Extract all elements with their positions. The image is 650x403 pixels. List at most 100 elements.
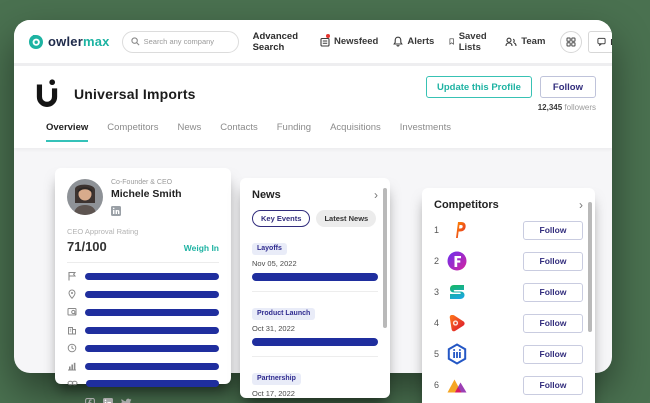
alerts-label: Alerts <box>407 36 435 47</box>
follow-competitor-button[interactable]: Follow <box>523 344 583 364</box>
followers-count: 12,345 followers <box>537 103 596 112</box>
weigh-in-link[interactable]: Weigh In <box>184 243 219 253</box>
competitor-row: 5 Follow <box>434 342 583 366</box>
redacted-bar <box>86 379 219 387</box>
follow-competitor-button[interactable]: Follow <box>523 282 583 302</box>
profile-tabs: Overview Competitors News Contacts Fundi… <box>30 112 596 142</box>
navbar-right: Help <box>560 30 612 53</box>
redacted-bar <box>252 338 378 346</box>
notification-dot <box>326 34 330 38</box>
header-actions: Update this Profile Follow 12,345 follow… <box>425 76 596 112</box>
ceo-card: Co-Founder & CEO Michele Smith CEO Appro… <box>55 168 231 403</box>
news-date: Nov 05, 2022 <box>252 259 297 268</box>
bookmark-icon <box>449 38 455 45</box>
saved-lists-link[interactable]: Saved Lists <box>449 31 490 53</box>
linkedin-icon[interactable] <box>103 398 113 403</box>
news-title: News <box>252 189 281 201</box>
tab-funding[interactable]: Funding <box>277 122 311 142</box>
redacted-bar <box>85 344 219 352</box>
advanced-search-link[interactable]: Advanced Search <box>253 31 298 53</box>
detail-row-company <box>67 325 219 335</box>
saved-lists-label: Saved Lists <box>458 30 487 53</box>
redacted-bar <box>85 326 219 334</box>
news-tag: Product Launch <box>252 307 316 320</box>
divider <box>252 291 378 292</box>
tab-investments[interactable]: Investments <box>400 122 451 142</box>
news-scrollbar[interactable] <box>383 188 387 328</box>
competitor-rank: 4 <box>434 318 440 328</box>
update-profile-button[interactable]: Update this Profile <box>425 76 532 98</box>
news-card: News › Key Events Latest News Layoffs No… <box>240 178 390 398</box>
ceo-name: Michele Smith <box>111 188 182 200</box>
competitor-rank: 1 <box>434 225 440 235</box>
owler-logo-icon <box>29 34 43 49</box>
follow-competitor-button[interactable]: Follow <box>523 313 583 333</box>
alerts-link[interactable]: Alerts <box>393 36 434 47</box>
team-link[interactable]: Team <box>505 36 545 47</box>
industry-search-icon <box>67 308 77 316</box>
competitors-scrollbar[interactable] <box>588 202 592 332</box>
competitor-logo-play-orange <box>449 315 465 332</box>
follow-competitor-button[interactable]: Follow <box>523 220 583 240</box>
follow-company-button[interactable]: Follow <box>539 76 596 98</box>
detail-row-website <box>67 379 219 387</box>
company-header: Universal Imports Update this Profile Fo… <box>14 66 612 148</box>
news-item[interactable]: Partnership Oct 17, 2022 <box>252 367 378 398</box>
tab-contacts[interactable]: Contacts <box>220 122 258 142</box>
news-date: Oct 31, 2022 <box>252 324 295 333</box>
company-building-icon <box>68 327 76 335</box>
divider <box>252 356 378 357</box>
filter-latest-news[interactable]: Latest News <box>316 210 377 227</box>
clock-icon <box>67 343 77 353</box>
competitor-logo-hexagon-blue <box>447 343 467 365</box>
news-tag: Layoffs <box>252 242 287 255</box>
help-chat-icon <box>597 37 607 46</box>
detail-row-location <box>67 289 219 299</box>
social-links <box>85 398 219 403</box>
detail-row-founded <box>67 343 219 353</box>
competitor-rank: 6 <box>434 380 440 390</box>
detail-row-flag <box>67 271 219 281</box>
brand-text: owlermax <box>48 34 110 49</box>
ceo-approval-label: CEO Approval Rating <box>67 227 139 236</box>
owlermax-logo[interactable]: owlermax <box>28 34 110 50</box>
competitor-rank: 2 <box>434 256 440 266</box>
ceo-approval-value: 71/100 <box>67 239 107 254</box>
competitor-logo-mountain <box>447 379 467 393</box>
company-logo <box>36 79 58 107</box>
apps-grid-icon <box>566 37 576 47</box>
tab-competitors[interactable]: Competitors <box>107 122 158 142</box>
competitors-card: Competitors › 1 Follow 2 Follow 3 Follow… <box>422 188 595 403</box>
competitor-row: 3 Follow <box>434 280 583 304</box>
facebook-icon[interactable] <box>85 398 95 403</box>
twitter-icon[interactable] <box>121 398 132 403</box>
competitor-row: 1 Follow <box>434 218 583 242</box>
news-date: Oct 17, 2022 <box>252 389 295 398</box>
team-icon <box>505 37 517 46</box>
help-label: Help <box>610 37 612 47</box>
follow-competitor-button[interactable]: Follow <box>523 251 583 271</box>
follow-competitor-button[interactable]: Follow <box>523 375 583 395</box>
tab-acquisitions[interactable]: Acquisitions <box>330 122 381 142</box>
detail-row-industry <box>67 307 219 317</box>
team-label: Team <box>521 36 546 47</box>
newsfeed-link[interactable]: Newsfeed <box>320 34 379 47</box>
newsfeed-label: Newsfeed <box>334 36 379 47</box>
linkedin-icon[interactable] <box>111 203 121 221</box>
news-item[interactable]: Layoffs Nov 05, 2022 <box>252 237 378 281</box>
redacted-bar <box>85 290 219 298</box>
competitor-rank: 5 <box>434 349 440 359</box>
search-input[interactable] <box>143 37 230 46</box>
news-chevron-icon[interactable]: › <box>374 189 378 201</box>
competitor-row: 6 Follow <box>434 373 583 397</box>
filter-key-events[interactable]: Key Events <box>252 210 311 227</box>
help-button[interactable]: Help <box>588 30 612 53</box>
company-search[interactable] <box>121 30 239 53</box>
news-item[interactable]: Product Launch Oct 31, 2022 <box>252 302 378 346</box>
tab-overview[interactable]: Overview <box>46 122 89 142</box>
apps-grid-button[interactable] <box>560 30 583 53</box>
tab-news[interactable]: News <box>177 122 201 142</box>
competitor-rank: 3 <box>434 287 440 297</box>
competitor-logo-f-purple <box>447 251 467 271</box>
competitors-chevron-icon[interactable]: › <box>579 199 583 211</box>
